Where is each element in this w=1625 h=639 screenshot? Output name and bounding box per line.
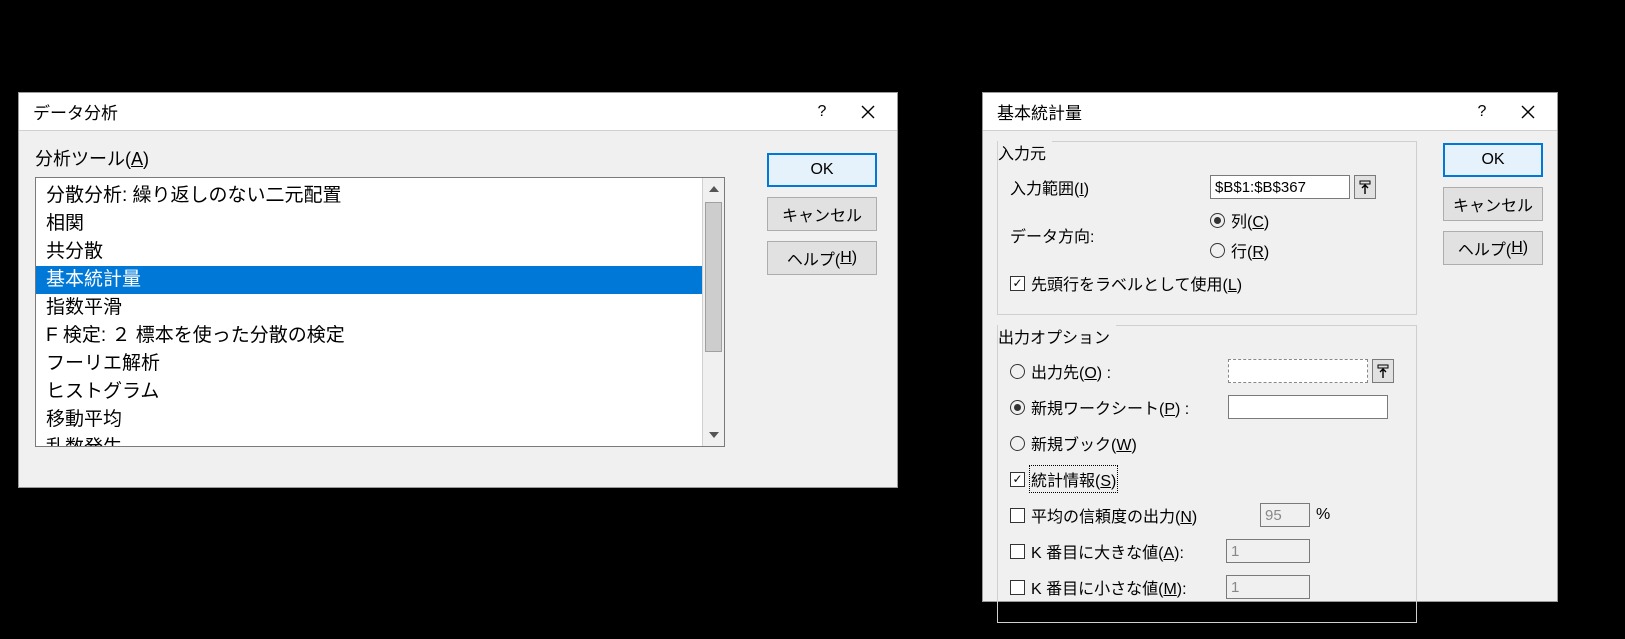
cancel-button[interactable]: キャンセル — [1443, 187, 1543, 221]
descriptive-statistics-dialog: 基本統計量 ? OK キャンセル ヘルプ(H) 入力元 入力範囲(I) — [982, 92, 1558, 602]
scroll-down-icon[interactable] — [703, 424, 725, 446]
kth-largest-field[interactable]: 1 — [1226, 539, 1310, 563]
list-item[interactable]: 分散分析: 繰り返しのない二元配置 — [36, 182, 702, 210]
direction-rows-radio[interactable]: 行(R) — [1210, 238, 1269, 262]
kth-smallest-field[interactable]: 1 — [1226, 575, 1310, 599]
confidence-level-checkbox[interactable]: 平均の信頼度の出力(N) — [1010, 503, 1260, 527]
list-item[interactable]: 移動平均 — [36, 406, 702, 434]
labels-in-first-row-checkbox[interactable]: 先頭行をラベルとして使用(L) — [1010, 271, 1242, 295]
list-item[interactable]: 指数平滑 — [36, 294, 702, 322]
output-legend: 出力オプション — [998, 324, 1116, 348]
help-button[interactable]: ヘルプ(H) — [1443, 231, 1543, 265]
direction-columns-radio[interactable]: 列(C) — [1210, 208, 1269, 232]
cancel-button[interactable]: キャンセル — [767, 197, 877, 231]
kth-smallest-checkbox[interactable]: K 番目に小さな値(M): — [1010, 575, 1226, 599]
checkbox-off-icon — [1010, 580, 1025, 595]
output-groupbox: 出力オプション 出力先(O) : 新規ワークシート(P) : — [997, 325, 1417, 623]
ok-button[interactable]: OK — [767, 153, 877, 187]
scroll-thumb[interactable] — [705, 202, 722, 352]
new-worksheet-radio[interactable]: 新規ワークシート(P) : — [1010, 395, 1228, 419]
radio-on-icon — [1210, 213, 1225, 228]
direction-label: データ方向: — [1010, 223, 1210, 247]
titlebar: データ分析 ? — [19, 93, 897, 131]
list-item[interactable]: フーリエ解析 — [36, 350, 702, 378]
input-legend: 入力元 — [998, 140, 1052, 164]
close-icon[interactable] — [1505, 97, 1551, 127]
range-picker-icon[interactable] — [1372, 359, 1394, 383]
summary-statistics-checkbox[interactable]: 統計情報(S) — [1010, 467, 1116, 491]
radio-on-icon — [1010, 400, 1025, 415]
titlebar: 基本統計量 ? — [983, 93, 1557, 131]
list-item[interactable]: ヒストグラム — [36, 378, 702, 406]
list-item[interactable]: 基本統計量 — [36, 266, 702, 294]
data-analysis-dialog: データ分析 ? 分析ツール(A) 分散分析: 繰り返しのない二元配置相関共分散基… — [18, 92, 898, 488]
radio-off-icon — [1010, 364, 1025, 379]
output-range-radio[interactable]: 出力先(O) : — [1010, 359, 1228, 383]
dialog-title: データ分析 — [33, 99, 799, 124]
kth-largest-checkbox[interactable]: K 番目に大きな値(A): — [1010, 539, 1226, 563]
list-item[interactable]: F 検定: ２ 標本を使った分散の検定 — [36, 322, 702, 350]
ok-button[interactable]: OK — [1443, 143, 1543, 177]
checkbox-off-icon — [1010, 544, 1025, 559]
radio-off-icon — [1010, 436, 1025, 451]
output-range-field[interactable] — [1228, 359, 1368, 383]
scroll-up-icon[interactable] — [703, 178, 725, 200]
radio-off-icon — [1210, 243, 1225, 258]
input-range-label: 入力範囲(I) — [1010, 175, 1210, 199]
confidence-level-field[interactable]: 95 — [1260, 503, 1310, 527]
help-icon[interactable]: ? — [799, 97, 845, 127]
help-button[interactable]: ヘルプ(H) — [767, 241, 877, 275]
list-item[interactable]: 相関 — [36, 210, 702, 238]
checkbox-on-icon — [1010, 276, 1025, 291]
list-item[interactable]: 共分散 — [36, 238, 702, 266]
analysis-tools-listbox[interactable]: 分散分析: 繰り返しのない二元配置相関共分散基本統計量指数平滑F 検定: ２ 標… — [35, 177, 725, 447]
dialog-title: 基本統計量 — [997, 99, 1459, 124]
input-groupbox: 入力元 入力範囲(I) $B$1:$B$367 データ方向: — [997, 141, 1417, 315]
range-picker-icon[interactable] — [1354, 175, 1376, 199]
new-workbook-radio[interactable]: 新規ブック(W) — [1010, 431, 1137, 455]
input-range-field[interactable]: $B$1:$B$367 — [1210, 175, 1350, 199]
help-icon[interactable]: ? — [1459, 97, 1505, 127]
list-item[interactable]: 乱数発生 — [36, 434, 702, 446]
listbox-scrollbar[interactable] — [702, 178, 724, 446]
close-icon[interactable] — [845, 97, 891, 127]
new-worksheet-name-field[interactable] — [1228, 395, 1388, 419]
analysis-tools-label: 分析ツール(A) — [35, 145, 881, 171]
percent-label: % — [1316, 506, 1330, 524]
checkbox-off-icon — [1010, 508, 1025, 523]
checkbox-on-icon — [1010, 472, 1025, 487]
